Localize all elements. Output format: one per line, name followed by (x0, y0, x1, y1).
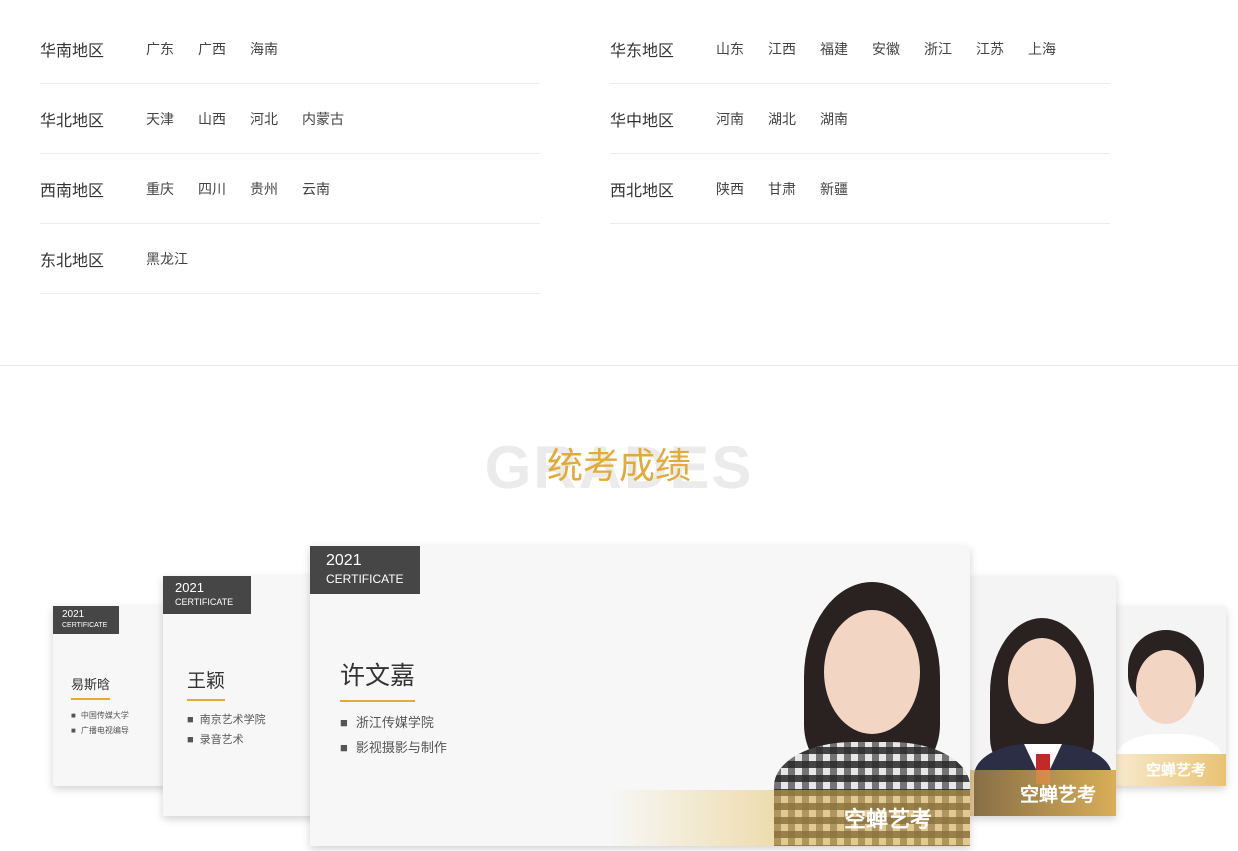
section-divider (0, 365, 1238, 366)
student-major: 广播电视编导 (71, 723, 129, 738)
student-photo: 空蝉艺考 (970, 576, 1116, 816)
tag-year: 2021 (326, 552, 362, 569)
brand-watermark: 空蝉艺考 (1145, 762, 1206, 779)
student-card-left[interactable]: 2021 CERTIFICATE 王颖 南京艺术学院 录音艺术 (163, 576, 333, 816)
province-link[interactable]: 贵州 (250, 179, 278, 199)
province-link[interactable]: 上海 (1028, 39, 1056, 59)
year-tag: 2021 CERTIFICATE (163, 576, 251, 614)
region-name: 华东地区 (610, 42, 675, 60)
region-row: 西北地区 陕西 甘肃 新疆 (610, 154, 1110, 224)
province-link[interactable]: 广东 (146, 39, 174, 59)
region-row: 西南地区 重庆 四川 贵州 云南 (40, 154, 540, 224)
province-link[interactable]: 四川 (198, 179, 226, 199)
tag-certificate: CERTIFICATE (326, 572, 404, 586)
region-column-left: 华南地区 广东 广西 海南 华北地区 天津 山西 河北 内蒙古 西南地区 重庆 … (40, 14, 540, 294)
grades-heading-title: 统考成绩 (546, 445, 691, 486)
province-link[interactable]: 海南 (250, 39, 278, 59)
province-link[interactable]: 安徽 (872, 39, 900, 59)
student-name: 王颖 (187, 666, 226, 701)
year-tag: 2021 CERTIFICATE (310, 546, 420, 594)
province-link[interactable]: 江苏 (976, 39, 1004, 59)
region-row: 华东地区 山东 江西 福建 安徽 浙江 江苏 上海 (610, 14, 1110, 84)
region-row: 东北地区 黑龙江 (40, 224, 540, 294)
province-link[interactable]: 新疆 (820, 179, 848, 199)
student-info-list: 浙江传媒学院 影视摄影与制作 (340, 710, 447, 760)
province-link[interactable]: 河南 (716, 109, 744, 129)
province-link[interactable]: 陕西 (716, 179, 744, 199)
tag-certificate: CERTIFICATE (62, 622, 108, 629)
province-link[interactable]: 湖南 (820, 109, 848, 129)
province-link[interactable]: 福建 (820, 39, 848, 59)
province-link[interactable]: 黑龙江 (146, 249, 188, 269)
student-school: 中国传媒大学 (71, 708, 129, 723)
student-school: 南京艺术学院 (187, 710, 266, 730)
province-link[interactable]: 湖北 (768, 109, 796, 129)
province-link[interactable]: 云南 (302, 179, 330, 199)
region-name: 华北地区 (40, 112, 105, 130)
province-link[interactable]: 广西 (198, 39, 226, 59)
student-photo: 空蝉艺考 (1112, 606, 1226, 786)
brand-watermark: 空蝉艺考 (1019, 785, 1096, 806)
grades-heading: GRADES 统考成绩 (0, 432, 1238, 504)
province-link[interactable]: 江西 (768, 39, 796, 59)
student-card-active[interactable]: 2021 CERTIFICATE 许文嘉 浙江传媒学院 影视摄影与制作 空蝉艺考 (310, 546, 970, 846)
student-major: 录音艺术 (187, 730, 266, 750)
tag-year: 2021 (175, 580, 204, 595)
brand-watermark: 空蝉艺考 (843, 807, 932, 832)
region-name: 华南地区 (40, 42, 105, 60)
region-row: 华北地区 天津 山西 河北 内蒙古 (40, 84, 540, 154)
student-card-right[interactable]: 空蝉艺考 (970, 576, 1116, 816)
region-row: 华中地区 河南 湖北 湖南 (610, 84, 1110, 154)
province-link[interactable]: 山西 (198, 109, 226, 129)
region-name: 西南地区 (40, 182, 105, 200)
province-link[interactable]: 重庆 (146, 179, 174, 199)
student-school: 浙江传媒学院 (340, 710, 447, 735)
province-link[interactable]: 山东 (716, 39, 744, 59)
student-info-list: 南京艺术学院 录音艺术 (187, 710, 266, 750)
tag-year: 2021 (62, 609, 85, 620)
student-name: 易斯晗 (71, 674, 111, 700)
province-link[interactable]: 浙江 (924, 39, 952, 59)
region-name: 西北地区 (610, 182, 675, 200)
student-name: 许文嘉 (340, 656, 416, 702)
year-tag: 2021 CERTIFICATE (53, 606, 119, 634)
region-name: 华中地区 (610, 112, 675, 130)
tag-certificate: CERTIFICATE (175, 597, 234, 607)
region-row: 华南地区 广东 广西 海南 (40, 14, 540, 84)
province-link[interactable]: 天津 (146, 109, 174, 129)
student-info-list: 中国传媒大学 广播电视编导 (71, 708, 129, 738)
province-link[interactable]: 河北 (250, 109, 278, 129)
province-link[interactable]: 内蒙古 (302, 109, 344, 129)
student-card-far-right[interactable]: 空蝉艺考 (1112, 606, 1226, 786)
province-link[interactable]: 甘肃 (768, 179, 796, 199)
student-major: 影视摄影与制作 (340, 735, 447, 760)
region-name: 东北地区 (40, 252, 105, 270)
student-photo: 空蝉艺考 (774, 576, 970, 846)
region-column-right: 华东地区 山东 江西 福建 安徽 浙江 江苏 上海 华中地区 河南 湖北 湖南 … (610, 14, 1110, 224)
